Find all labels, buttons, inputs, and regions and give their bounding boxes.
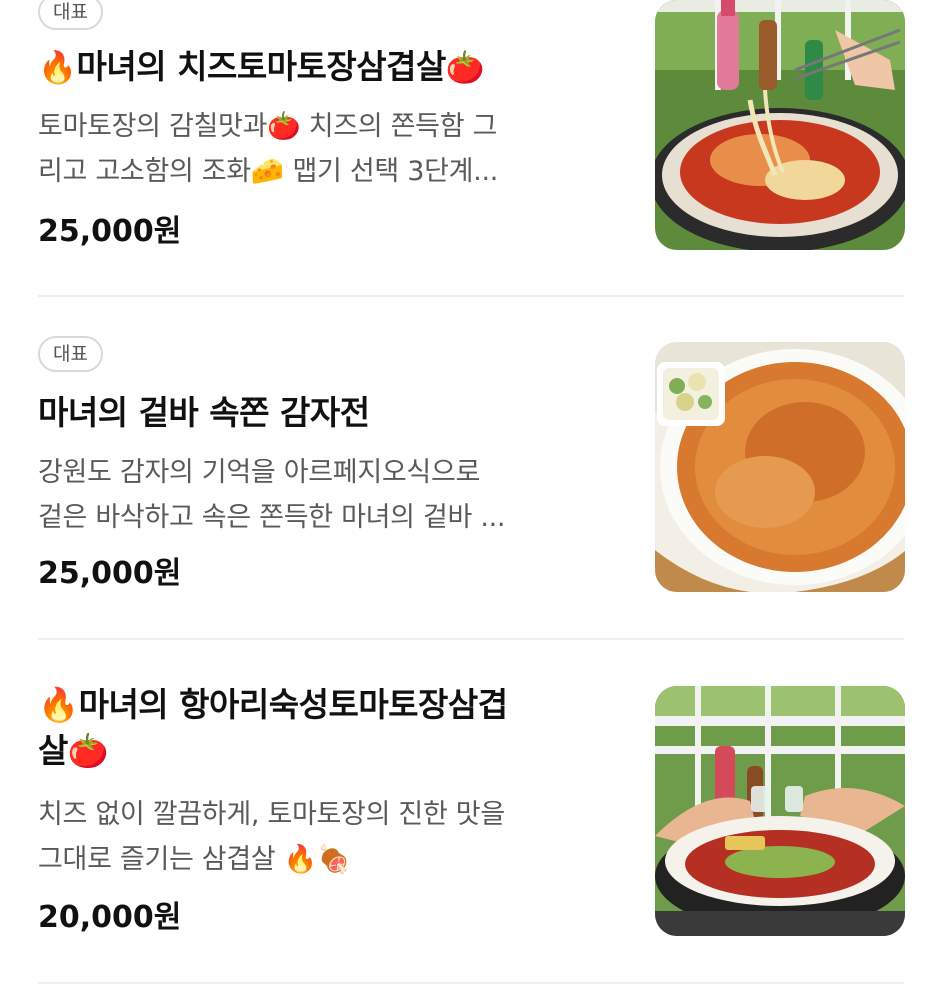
divider — [38, 295, 904, 297]
menu-description-line: 리고 고소함의 조화🧀 맵기 선택 3단계... — [38, 156, 499, 187]
menu-photo — [655, 0, 905, 250]
menu-description-line: 치즈 없이 깔끔하게, 토마토장의 진한 맛을 — [38, 799, 505, 830]
fire-icon: 🔥 — [38, 50, 77, 86]
signature-badge: 대표 — [38, 0, 103, 30]
menu-description-line: 토마토장의 감칠맛과🍅 치즈의 쫀득함 그 — [38, 111, 498, 142]
menu-description-line: 강원도 감자의 기억을 아르페지오식으로 — [38, 457, 481, 488]
menu-price: 20,000원 — [38, 900, 182, 935]
menu-photo — [655, 342, 905, 592]
divider — [38, 982, 904, 984]
menu-description: 강원도 감자의 기억을 아르페지오식으로 겉은 바삭하고 속은 쫀득한 마녀의 … — [38, 450, 623, 540]
menu-description: 치즈 없이 깔끔하게, 토마토장의 진한 맛을 그대로 즐기는 삼겹살 🔥🍖 — [38, 792, 623, 882]
menu-description-line: 그대로 즐기는 삼겹살 🔥🍖 — [38, 844, 351, 875]
menu-price: 25,000원 — [38, 214, 182, 249]
menu-description: 토마토장의 감칠맛과🍅 치즈의 쫀득함 그 리고 고소함의 조화🧀 맵기 선택 … — [38, 104, 623, 194]
tomato-icon: 🍅 — [445, 50, 485, 86]
menu-item-potato-pancake[interactable]: 대표 마녀의 겉바 속쫀 감자전 강원도 감자의 기억을 아르페지오식으로 겉은… — [38, 336, 906, 638]
menu-title: 🔥마녀의 치즈토마토장삼겹살🍅 — [38, 44, 623, 91]
menu-item-aged-tomato-samgyeopsal[interactable]: 🔥마녀의 항아리숙성토마토장삼겹 살🍅 치즈 없이 깔끔하게, 토마토장의 진한… — [38, 684, 906, 980]
menu-item-cheese-tomato-samgyeopsal[interactable]: 대표 🔥마녀의 치즈토마토장삼겹살🍅 토마토장의 감칠맛과🍅 치즈의 쫀득함 그… — [38, 0, 906, 294]
menu-price: 25,000원 — [38, 556, 182, 591]
signature-badge: 대표 — [38, 336, 103, 372]
menu-title-line: 살🍅 — [38, 731, 109, 770]
menu-title: 마녀의 겉바 속쫀 감자전 — [38, 393, 370, 432]
menu-description-line: 겉은 바삭하고 속은 쫀득한 마녀의 겉바 ... — [38, 502, 506, 533]
divider — [38, 638, 904, 640]
menu-title: 🔥마녀의 항아리숙성토마토장삼겹 살🍅 — [38, 682, 623, 774]
menu-title-line: 🔥마녀의 항아리숙성토마토장삼겹 — [38, 685, 508, 724]
menu-title-text: 마녀의 치즈토마토장삼겹살 — [76, 47, 447, 86]
menu-photo — [655, 686, 905, 936]
